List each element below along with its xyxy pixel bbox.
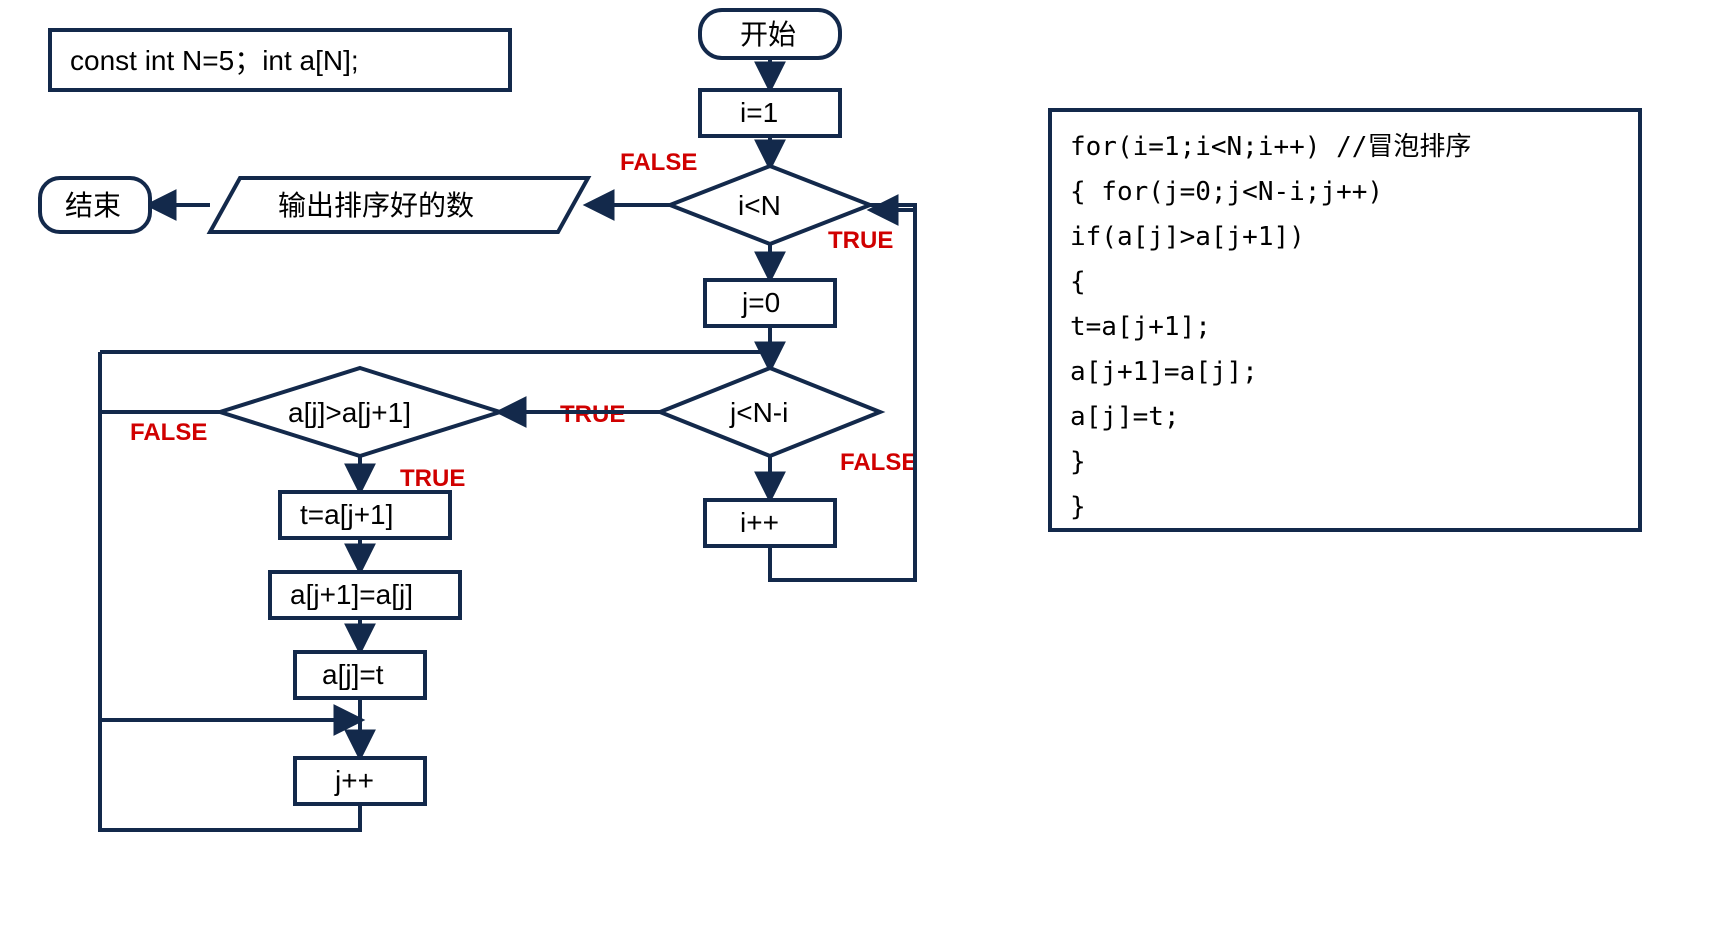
code-line-6: a[j+1]=a[j]; — [1070, 357, 1258, 387]
j-test-false: FALSE — [840, 449, 917, 476]
compare-true: TRUE — [400, 465, 465, 492]
swap3-label: a[j]=t — [322, 659, 384, 690]
code-line-1: for(i=1;i<N;i++) //冒泡排序 — [1070, 132, 1471, 162]
j-init-label: j=0 — [741, 287, 780, 318]
end-label: 结束 — [65, 190, 121, 221]
code-line-7: a[j]=t; — [1070, 402, 1180, 432]
compare-label: a[j]>a[j+1] — [288, 397, 411, 428]
output-label: 输出排序好的数 — [278, 190, 474, 221]
code-line-3: if(a[j]>a[j+1]) — [1070, 222, 1305, 252]
code-line-4: { — [1070, 267, 1086, 297]
i-test-false: FALSE — [620, 149, 697, 176]
i-test-label: i<N — [738, 190, 781, 221]
code-line-2: { for(j=0;j<N-i;j++) — [1070, 177, 1383, 207]
code-line-5: t=a[j+1]; — [1070, 312, 1211, 342]
i-inc-label: i++ — [740, 507, 779, 538]
flowchart-canvas: const int N=5；int a[N]; 开始 i=1 i<N FALSE… — [0, 0, 1710, 930]
compare-false: FALSE — [130, 419, 207, 446]
i-init-label: i=1 — [740, 97, 778, 128]
i-test-true: TRUE — [828, 227, 893, 254]
swap1-label: t=a[j+1] — [300, 499, 393, 530]
start-label: 开始 — [740, 19, 796, 50]
j-inc-label: j++ — [334, 765, 374, 796]
code-line-9: } — [1070, 492, 1086, 522]
code-line-8: } — [1070, 447, 1086, 477]
swap2-label: a[j+1]=a[j] — [290, 579, 413, 610]
declaration-text: const int N=5；int a[N]; — [70, 45, 359, 76]
j-test-true: TRUE — [560, 401, 625, 428]
j-test-label: j<N-i — [729, 397, 788, 428]
